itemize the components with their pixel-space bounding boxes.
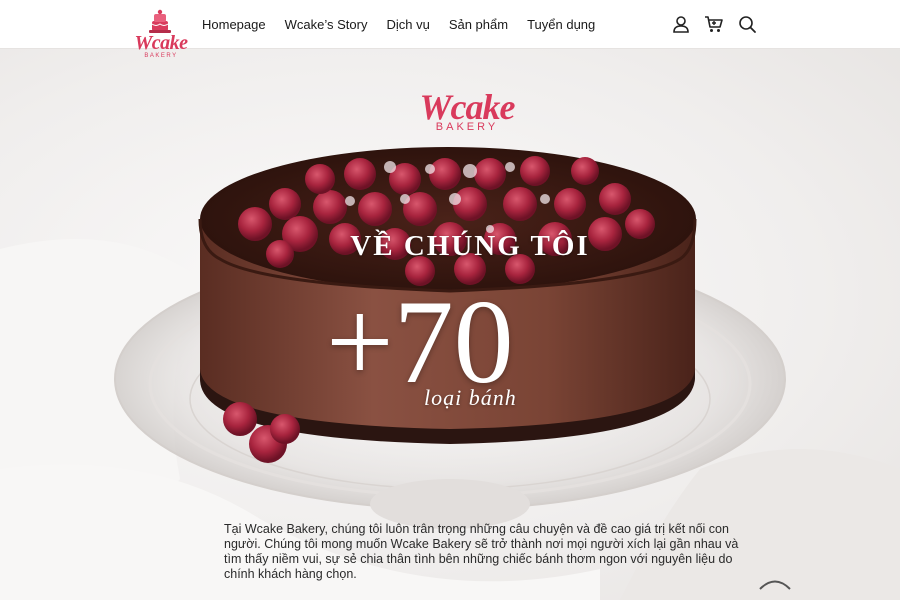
cart-icon[interactable]: [704, 14, 724, 34]
brand-logo[interactable]: Wcake BAKERY: [133, 5, 189, 61]
hero-logo-wordmark: Wcake: [419, 87, 516, 127]
stat-number: +70: [326, 275, 514, 408]
section-title: VỀ CHÚNG TÔI: [350, 230, 590, 262]
hero-logo-subtitle: BAKERY: [435, 121, 499, 133]
hero-logo: Wcake BAKERY: [392, 89, 542, 133]
user-icon[interactable]: [671, 14, 691, 34]
nav-services[interactable]: Dịch vụ: [386, 17, 429, 32]
hero-banner: Wcake BAKERY VỀ CHÚNG TÔI +70 loại bánh …: [0, 49, 900, 600]
search-icon[interactable]: [737, 14, 757, 34]
nav-wcake-story[interactable]: Wcake’s Story: [285, 17, 368, 32]
main-nav: Homepage Wcake’s Story Dịch vụ Sản phẩm …: [202, 0, 614, 49]
logo-subtitle: BAKERY: [144, 53, 178, 59]
about-description: Tại Wcake Bakery, chúng tôi luôn trân tr…: [224, 522, 739, 581]
site-header: Wcake BAKERY Homepage Wcake’s Story Dịch…: [0, 0, 900, 59]
cake-logo-icon: [149, 9, 171, 33]
stat-label: loại bánh: [424, 385, 517, 410]
nav-products[interactable]: Sản phẩm: [449, 17, 508, 32]
nav-homepage[interactable]: Homepage: [202, 17, 266, 32]
logo-wordmark: Wcake: [134, 32, 188, 54]
header-actions: [671, 14, 770, 34]
nav-careers[interactable]: Tuyển dụng: [527, 17, 595, 32]
